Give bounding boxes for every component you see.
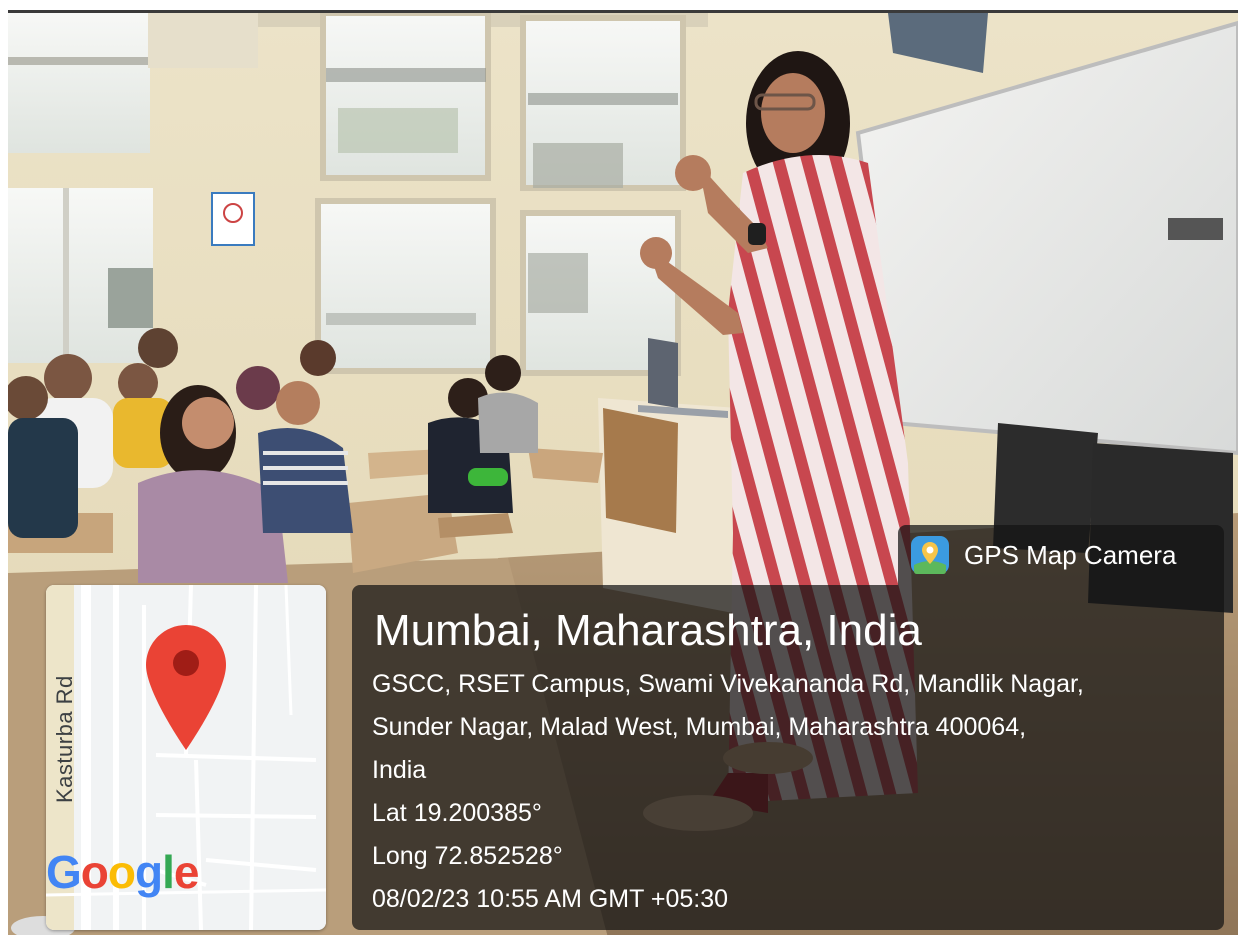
screenshot-frame: Kasturba Rd Google GPS Map Camera Mumbai… (0, 0, 1246, 942)
address-line: India (372, 756, 427, 784)
google-logo-letter: e (173, 846, 200, 898)
gps-map-camera-icon (911, 536, 949, 574)
google-logo: Google (46, 845, 200, 899)
latitude-text: Lat 19.200385° (372, 799, 542, 827)
location-title: Mumbai, Maharashtra, India (374, 606, 922, 655)
road-name-label: Kasturba Rd (52, 675, 77, 803)
gps-badge-label: GPS Map Camera (964, 539, 1177, 570)
timestamp-text: 08/02/23 10:55 AM GMT +05:30 (372, 885, 729, 913)
address-line: GSCC, RSET Campus, Swami Vivekananda Rd,… (372, 670, 1084, 698)
address-line: Sunder Nagar, Malad West, Mumbai, Mahara… (372, 713, 1027, 741)
gps-map-camera-badge: GPS Map Camera (898, 525, 1224, 585)
google-logo-letter: o (80, 846, 109, 898)
google-logo-letter: o (107, 846, 136, 898)
location-info-panel: Mumbai, Maharashtra, India GSCC, RSET Ca… (352, 585, 1224, 930)
google-logo-letter: g (135, 846, 163, 898)
google-logo-letter: G (46, 846, 82, 898)
address-block: GSCC, RSET Campus, Swami Vivekananda Rd,… (372, 663, 1204, 792)
google-logo-letter: l (162, 846, 175, 898)
longitude-text: Long 72.852528° (372, 842, 563, 870)
classroom-photo: Kasturba Rd Google GPS Map Camera Mumbai… (8, 10, 1238, 935)
